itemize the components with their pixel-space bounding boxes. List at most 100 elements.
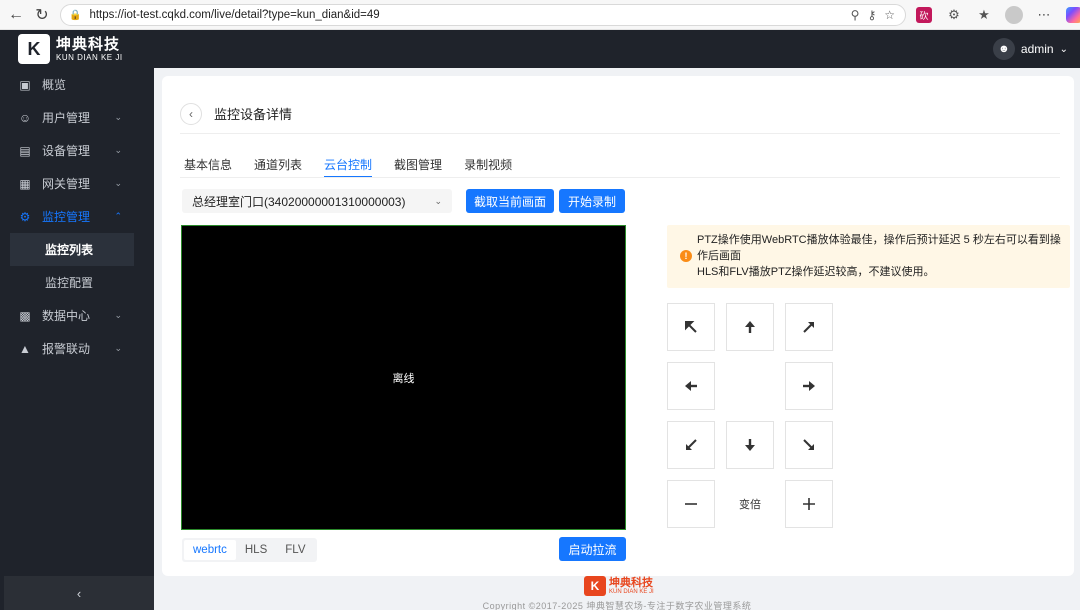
chevron-up-icon: ⌃ (114, 211, 122, 221)
arrow-up-right-icon (803, 322, 814, 333)
capture-button[interactable]: 截取当前画面 (466, 189, 554, 213)
alert-line-1: PTZ操作使用WebRTC播放体验最佳，操作后预计延迟 5 秒左右可以看到操作后… (697, 234, 1061, 262)
sidebar: ▣ 概览 ☺ 用户管理 ⌄ ▤ 设备管理 ⌄ ▦ 网关管理 ⌄ ⚙ 监控管理 ⌃… (0, 68, 154, 610)
arrow-up-left-icon (685, 321, 697, 333)
app-header: K 坤典科技 KUN DIAN KE JI ☻ admin ⌄ (0, 30, 1080, 68)
arrow-right-icon (803, 381, 815, 391)
plus-icon (803, 498, 815, 510)
chevron-down-icon: ⌄ (114, 178, 122, 188)
chevron-down-icon: ⌄ (114, 343, 122, 353)
user-icon: ☺ (18, 110, 32, 125)
back-button[interactable]: ‹ (180, 102, 202, 125)
sidebar-item-alarm[interactable]: ▲ 报警联动 ⌄ (0, 332, 154, 365)
sidebar-item-data-center[interactable]: ▩ 数据中心 ⌄ (0, 299, 154, 332)
record-button[interactable]: 开始录制 (559, 189, 625, 213)
sidebar-item-gateways[interactable]: ▦ 网关管理 ⌄ (0, 167, 154, 200)
page-title: 监控设备详情 (214, 107, 293, 122)
url-text: https://iot-test.cqkd.com/live/detail?ty… (89, 9, 380, 21)
logo-subtitle: KUN DIAN KE JI (56, 52, 123, 62)
footer-logo-title: 坤典科技 (609, 576, 653, 589)
ptz-down-button[interactable] (726, 421, 774, 469)
video-player[interactable]: 离线 (181, 225, 626, 530)
sidebar-subitem-monitor-config[interactable]: 监控配置 (0, 266, 154, 299)
copyright: Copyright ©2017-2025 坤典智慧农场-专注于数字农业管理系统 (482, 601, 752, 610)
tab-basic-info[interactable]: 基本信息 (184, 148, 232, 178)
tab-ptz-control[interactable]: 云台控制 (324, 148, 373, 178)
alert-line-2: HLS和FLV播放PTZ操作延迟较高，不建议使用。 (697, 266, 935, 278)
ptz-down-left-button[interactable] (667, 421, 715, 469)
chart-icon: ▩ (19, 308, 31, 323)
footer-logo-subtitle: KUN DIAN KE JI (609, 588, 654, 595)
zoom-out-button[interactable] (667, 480, 715, 528)
tab-screenshots[interactable]: 截图管理 (394, 148, 442, 178)
sidebar-item-users[interactable]: ☺ 用户管理 ⌄ (0, 101, 154, 134)
sidebar-collapse-button[interactable]: ‹ (4, 576, 154, 610)
monitor-icon: ⚙ (19, 209, 31, 224)
video-status: 离线 (392, 372, 415, 385)
footer-logo-mark-icon: K (584, 576, 606, 596)
sidebar-item-monitoring[interactable]: ⚙ 监控管理 ⌃ (0, 200, 154, 233)
logo: K 坤典科技 KUN DIAN KE JI (18, 34, 123, 64)
tab-divider (180, 177, 1060, 178)
address-bar[interactable]: 🔒 https://iot-test.cqkd.com/live/detail?… (60, 4, 906, 26)
tab-bar: 基本信息 通道列表 云台控制 截图管理 录制视频 (184, 148, 534, 178)
footer-logo: K 坤典科技 KUN DIAN KE JI (584, 576, 654, 596)
chevron-down-icon: ⌄ (1059, 43, 1068, 55)
minus-icon (685, 503, 697, 505)
sidebar-subitem-monitor-list[interactable]: 监控列表 (10, 233, 134, 266)
arrow-up-icon (745, 321, 755, 333)
protocol-flv[interactable]: FLV (276, 540, 314, 560)
user-icon: ☻ (992, 38, 1015, 60)
ptz-up-button[interactable] (726, 303, 774, 351)
user-menu[interactable]: ☻ admin ⌄ (992, 38, 1068, 60)
protocol-webrtc[interactable]: webrtc (184, 540, 236, 560)
arrow-left-icon (685, 381, 697, 391)
main-area: ‹ 监控设备详情 基本信息 通道列表 云台控制 截图管理 录制视频 总经理室门口… (154, 68, 1080, 610)
alarm-icon: ▲ (19, 341, 31, 356)
start-stream-button[interactable]: 启动拉流 (559, 537, 626, 561)
device-icon: ▤ (19, 143, 31, 158)
logo-title: 坤典科技 (56, 35, 121, 53)
lock-icon: 🔒 (69, 9, 82, 21)
logo-mark-icon: K (18, 34, 50, 64)
arrow-down-icon (745, 439, 755, 451)
sidebar-item-overview[interactable]: ▣ 概览 (0, 68, 154, 101)
more-icon[interactable]: ⋯ (1034, 5, 1054, 25)
chevron-down-icon: ⌄ (114, 310, 122, 320)
browser-toolbar: ← ↻ 🔒 https://iot-test.cqkd.com/live/det… (0, 0, 1080, 30)
content-card: ‹ 监控设备详情 基本信息 通道列表 云台控制 截图管理 录制视频 总经理室门口… (162, 76, 1074, 576)
tab-channel-list[interactable]: 通道列表 (254, 148, 302, 178)
sidebar-item-devices[interactable]: ▤ 设备管理 ⌄ (0, 134, 154, 167)
ptz-up-left-button[interactable] (667, 303, 715, 351)
ptz-right-button[interactable] (785, 362, 833, 410)
ptz-down-right-button[interactable] (785, 421, 833, 469)
arrow-down-left-icon (686, 439, 697, 450)
back-arrow-icon[interactable]: ← (6, 5, 26, 25)
warning-icon: ! (680, 250, 692, 262)
protocol-hls[interactable]: HLS (236, 540, 276, 560)
chevron-down-icon: ⌄ (434, 195, 442, 206)
puzzle-icon[interactable]: ⚙ (944, 5, 964, 25)
star-icon[interactable]: ☆ (884, 8, 895, 22)
zoom-label: 变倍 (739, 499, 761, 511)
user-name: admin (1020, 42, 1054, 56)
favorites-icon[interactable]: ★ (974, 5, 994, 25)
ptz-pad: 变倍 (667, 303, 837, 533)
location-icon[interactable]: ⚲ (851, 8, 860, 22)
ptz-up-right-button[interactable] (785, 303, 833, 351)
channel-select[interactable]: 总经理室门口(34020000001310000003) ⌄ (182, 189, 452, 213)
arrow-down-right-icon (803, 439, 814, 450)
profile-icon[interactable] (1005, 6, 1023, 24)
reload-icon[interactable]: ↻ (32, 5, 52, 25)
channel-select-value: 总经理室门口(34020000001310000003) (192, 194, 406, 209)
chevron-down-icon: ⌄ (114, 145, 122, 155)
copilot-icon[interactable] (1066, 7, 1080, 23)
key-icon[interactable]: ⚷ (867, 8, 876, 22)
zoom-in-button[interactable] (785, 480, 833, 528)
tab-recordings[interactable]: 录制视频 (464, 148, 512, 178)
ptz-left-button[interactable] (667, 362, 715, 410)
gateway-icon: ▦ (19, 176, 31, 191)
dashboard-icon: ▣ (19, 77, 31, 92)
extension-icon[interactable]: 砍 (916, 7, 932, 23)
ptz-alert: ! PTZ操作使用WebRTC播放体验最佳，操作后预计延迟 5 秒左右可以看到操… (667, 225, 1070, 288)
